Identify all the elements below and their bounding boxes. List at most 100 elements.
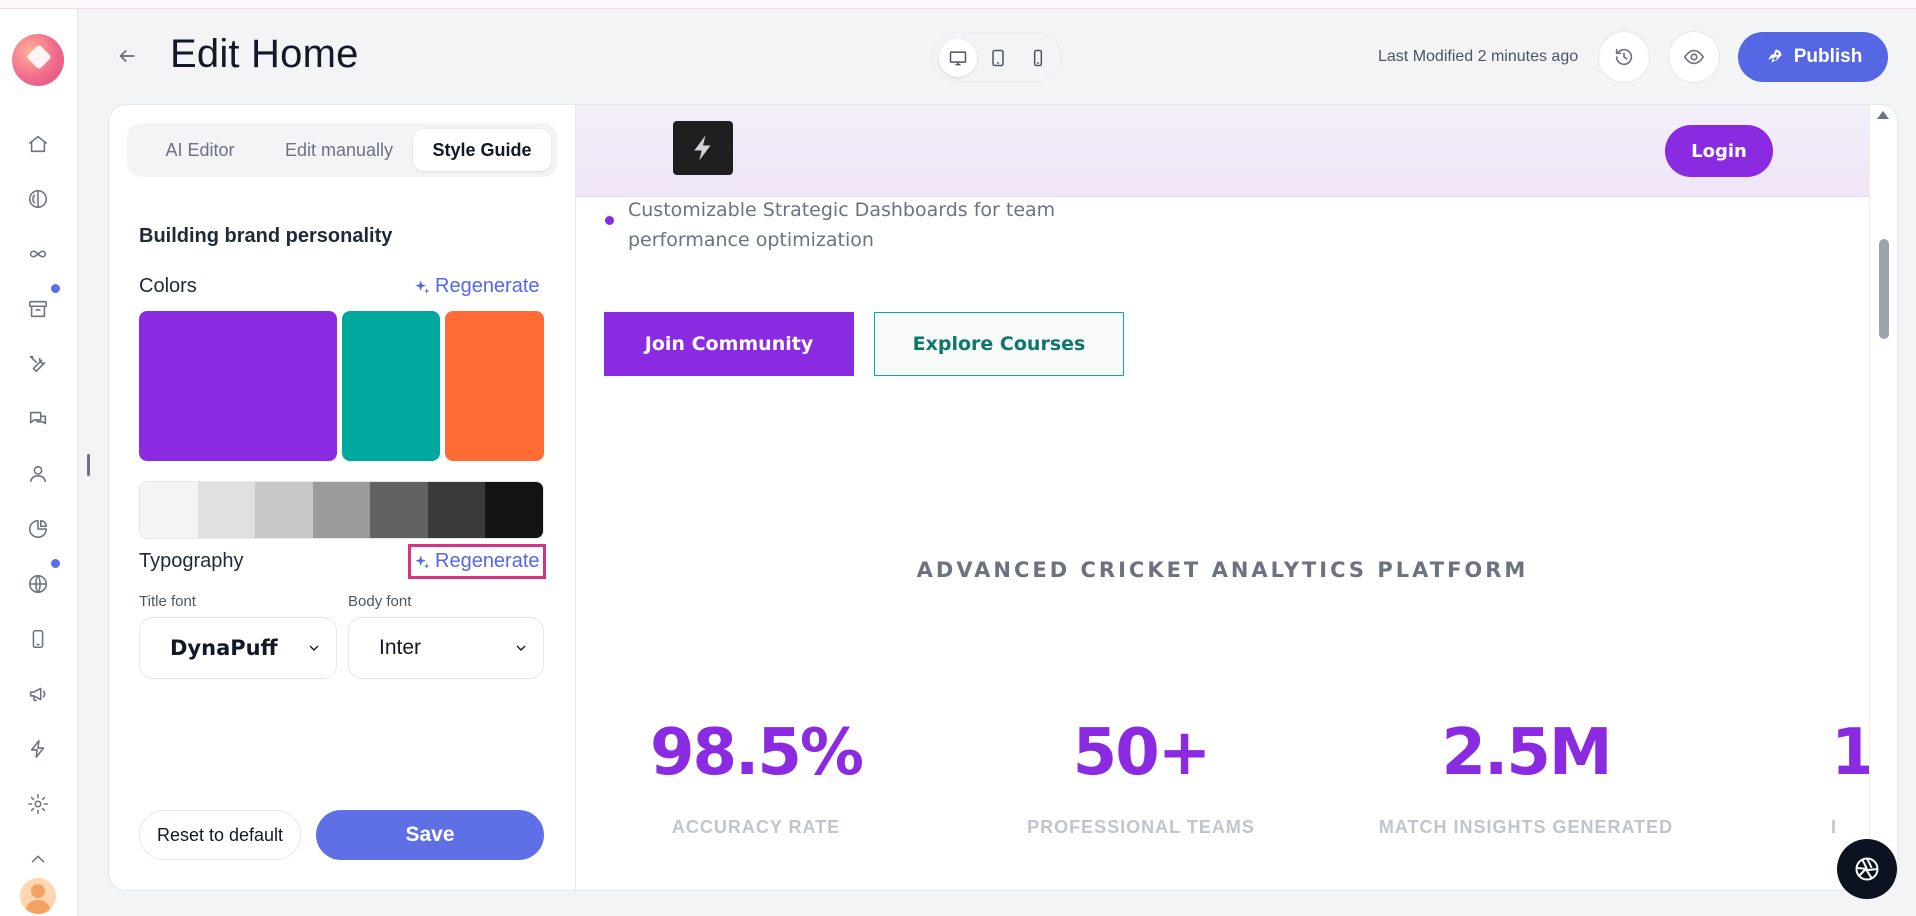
neutral-swatch [427,482,486,538]
bullet-dot [605,216,614,225]
desktop-view-button[interactable] [939,39,977,77]
title-font-label: Title font [139,593,196,610]
eye-icon [1684,49,1704,65]
chat-icon[interactable] [25,406,51,432]
lightning-icon[interactable] [25,736,51,762]
page-title: Edit Home [170,32,359,76]
publish-button[interactable]: Publish [1738,32,1888,82]
site-login-button[interactable]: Login [1665,125,1773,177]
notification-dot [51,284,60,293]
tablet-icon [992,49,1004,67]
stat-value: 2.5M [1441,716,1612,790]
site-navbar: Login [576,105,1869,197]
chevron-down-icon [516,645,526,651]
stat-item: 1 I [1831,717,1869,838]
infinity-icon[interactable] [25,241,51,267]
megaphone-icon[interactable] [25,681,51,707]
body-font-label: Body font [348,593,412,610]
section-title: Building brand personality [139,225,393,247]
style-guide-panel: AI Editor Edit manually Style Guide Buil… [109,105,576,890]
history-button[interactable] [1598,31,1650,83]
save-button[interactable]: Save [316,810,544,860]
arrow-left-icon [119,49,135,63]
explore-courses-button[interactable]: Explore Courses [874,312,1124,376]
neutral-swatch [485,482,543,538]
tools-icon[interactable] [25,351,51,377]
join-community-button[interactable]: Join Community [604,312,854,376]
sparkle-icon [415,554,430,569]
rocket-icon [1767,49,1782,63]
stat-value: 1 [1831,717,1869,789]
assistant-fab-button[interactable] [1837,839,1897,899]
colors-label: Colors [139,275,197,297]
tab-style-guide[interactable]: Style Guide [413,129,551,171]
user-icon[interactable] [25,461,51,487]
primary-color-swatch[interactable] [139,311,337,461]
neutral-swatch [312,482,371,538]
stat-value: 50+ [1072,716,1212,790]
title-font-select[interactable]: DynaPuff [139,617,337,679]
site-preview: Login Customizable Strategic Dashboards … [576,105,1869,890]
left-rail [0,9,78,916]
chevron-up-icon[interactable] [25,846,51,872]
scroll-up-arrow[interactable] [1877,111,1889,119]
regenerate-typography-button[interactable]: Regenerate [408,544,546,579]
stat-label: I [1831,817,1838,837]
regenerate-label: Regenerate [435,550,540,572]
app-logo[interactable] [12,34,64,86]
preview-scrollbar[interactable] [1869,105,1897,890]
neutral-swatch [255,482,313,538]
archive-icon[interactable] [25,296,51,322]
history-icon [1615,48,1633,66]
feature-bullet-text: Customizable Strategic Dashboards for te… [628,199,1056,251]
device-toggle [932,32,1062,82]
reset-to-default-button[interactable]: Reset to default [139,810,301,860]
title-font-value: DynaPuff [170,636,278,660]
chevron-down-icon [309,645,319,651]
tab-ai-editor[interactable]: AI Editor [135,129,265,171]
mobile-view-button[interactable] [1019,39,1057,77]
regenerate-label: Regenerate [435,275,540,297]
editor-tabs: AI Editor Edit manually Style Guide [127,123,557,177]
avatar[interactable] [20,878,56,914]
stat-label: ACCURACY RATE [671,817,841,837]
tab-edit-manually[interactable]: Edit manually [265,129,413,171]
desktop-icon [949,51,967,66]
regenerate-colors-button[interactable]: Regenerate [414,275,540,298]
editor-card: AI Editor Edit manually Style Guide Buil… [108,104,1898,891]
lightning-icon [694,135,711,161]
last-modified-text: Last Modified 2 minutes ago [1378,48,1579,65]
stat-label: PROFESSIONAL TEAMS [1027,817,1255,837]
tablet-view-button[interactable] [979,39,1017,77]
aperture-icon [1855,857,1879,881]
preview-button[interactable] [1668,31,1720,83]
neutral-palette[interactable] [139,481,544,539]
neutral-swatch [370,482,428,538]
globe-icon[interactable] [25,571,51,597]
accent-color-swatch[interactable] [445,311,544,461]
publish-label: Publish [1793,46,1863,67]
brain-icon[interactable] [25,186,51,212]
settings-icon[interactable] [25,791,51,817]
stat-item: 50+ PROFESSIONAL TEAMS [996,717,1286,838]
stat-value: 98.5% [649,716,864,790]
neutral-swatch [140,482,198,538]
home-icon[interactable] [25,131,51,157]
sparkle-icon [415,279,430,294]
phone-icon [1033,49,1043,67]
panel-resize-handle[interactable] [87,454,90,476]
top-border [0,0,1916,9]
secondary-color-swatch[interactable] [342,311,440,461]
body-font-select[interactable]: Inter [348,617,544,679]
stat-item: 2.5M MATCH INSIGHTS GENERATED [1356,717,1696,838]
stat-item: 98.5% ACCURACY RATE [646,717,866,838]
body-font-value: Inter [379,636,422,659]
typography-label: Typography [139,550,244,572]
mobile-icon[interactable] [25,626,51,652]
stat-label: MATCH INSIGHTS GENERATED [1378,817,1674,837]
notification-dot [51,559,60,568]
site-logo[interactable] [673,121,733,175]
back-button[interactable] [113,42,141,70]
scrollbar-thumb[interactable] [1879,239,1889,339]
pie-chart-icon[interactable] [25,516,51,542]
